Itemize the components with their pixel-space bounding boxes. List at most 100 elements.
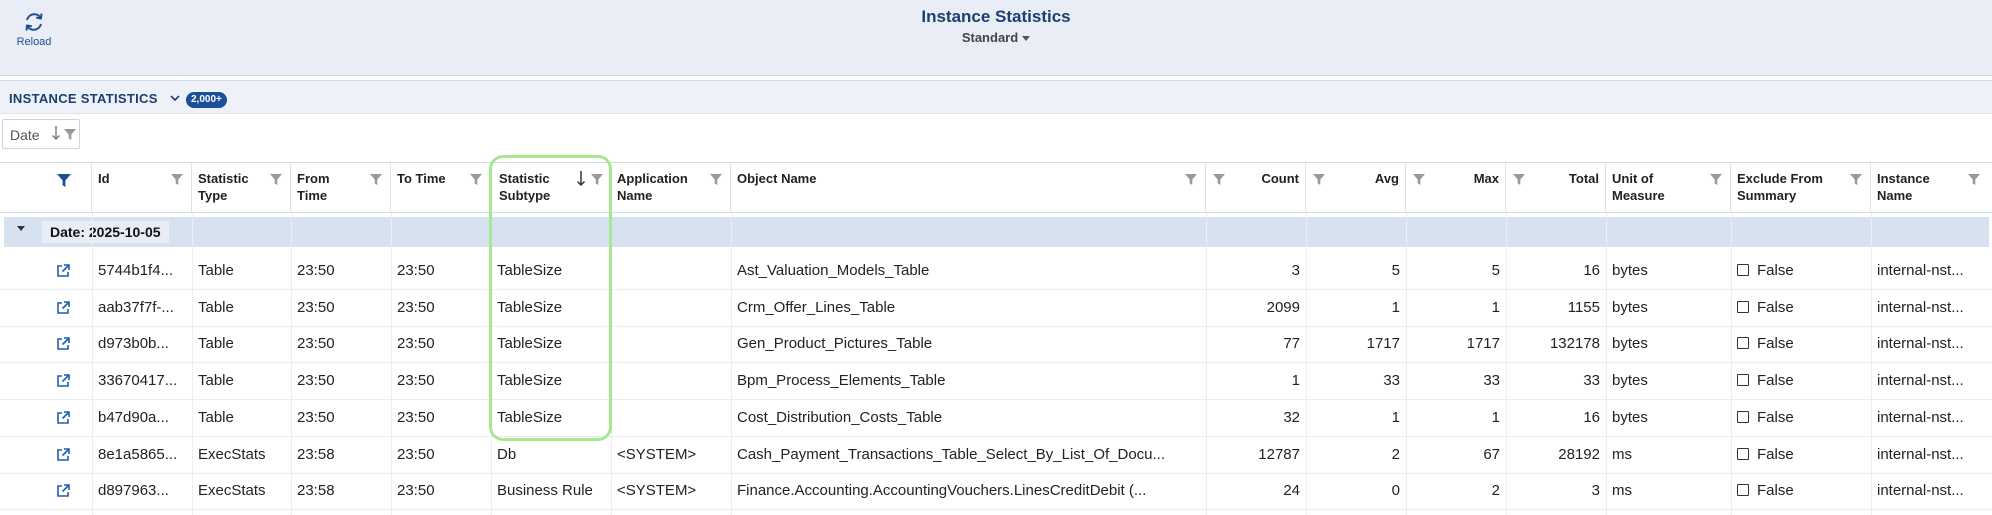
cell-avg: 1 — [1391, 298, 1400, 316]
cell-id: 5744b1f4... — [98, 262, 174, 279]
column-header-statistic-subtype[interactable]: Statistic Subtype — [491, 163, 611, 213]
filter-icon[interactable] — [170, 173, 184, 189]
column-header-exclude-from-summary-label-line-1: Exclude From — [1737, 171, 1823, 186]
table-row[interactable]: 33670417... Table 23:50 23:50 TableSize Bpm_P… — [0, 363, 1992, 401]
exclude-checkbox[interactable] — [1737, 447, 1749, 460]
column-header-instance-name-label-line-2: Name — [1877, 188, 1913, 203]
cell-avg: 5 — [1391, 262, 1400, 279]
column-header-statistic-type[interactable]: Statistic Type — [192, 163, 291, 213]
filter-icon[interactable] — [369, 173, 383, 189]
filter-icon[interactable] — [269, 173, 283, 189]
cell-object-name: Finance.Accounting.AccountingVouchers.Li… — [737, 482, 1147, 500]
cell-from-time: 23:50 — [297, 372, 335, 390]
open-record-icon[interactable] — [55, 373, 71, 393]
cell-exclude-from-summary[interactable]: False — [1731, 326, 1871, 362]
cell-object-name: Cost_Distribution_Costs_Table — [737, 408, 943, 426]
filter-icon[interactable] — [1312, 173, 1326, 189]
table-row[interactable]: d973b0b... Table 23:50 23:50 TableSize Gen_Pr… — [0, 326, 1992, 364]
column-header-avg-label: Avg — [1374, 171, 1399, 186]
cell-id: 33670417... — [98, 372, 178, 390]
table-row[interactable]: d897963... ExecStats 23:58 23:50 Business Ru… — [0, 473, 1992, 511]
column-header-exclude-from-summary[interactable]: Exclude From Summary — [1731, 163, 1871, 213]
active-filter-icon[interactable] — [56, 173, 72, 191]
column-header-total-label: Total — [1568, 171, 1599, 186]
exclude-checkbox[interactable] — [1737, 337, 1749, 350]
exclude-checkbox[interactable] — [1737, 410, 1749, 423]
column-header-max[interactable]: Max — [1406, 163, 1506, 213]
column-header-instance-name[interactable]: Instance Name — [1871, 163, 1992, 213]
exclude-checkbox[interactable] — [1737, 484, 1749, 497]
exclude-value: False — [1757, 298, 1794, 316]
filter-icon[interactable] — [63, 128, 77, 144]
cell-exclude-from-summary[interactable]: False — [1731, 400, 1871, 436]
open-record-icon[interactable] — [55, 447, 71, 467]
open-record-icon[interactable] — [55, 263, 71, 283]
filter-icon[interactable] — [1212, 173, 1226, 189]
column-header-avg[interactable]: Avg — [1306, 163, 1406, 213]
filter-icon[interactable] — [1412, 173, 1426, 189]
column-header-from-time-label-line-1: From — [297, 171, 330, 186]
filter-icon[interactable] — [469, 173, 483, 189]
cell-exclude-from-summary[interactable]: False — [1731, 473, 1871, 509]
cell-exclude-from-summary[interactable]: False — [1731, 290, 1871, 326]
sort-desc-icon[interactable] — [576, 170, 586, 191]
filter-icon[interactable] — [1184, 173, 1198, 189]
cell-statistic-type: Table — [198, 372, 234, 390]
table-row[interactable]: 5744b1f4... Table 23:50 23:50 TableSize Ast_V… — [0, 253, 1992, 290]
open-record-icon[interactable] — [55, 410, 71, 430]
cell-unit-of-measure: ms — [1612, 445, 1632, 463]
cell-max: 1717 — [1466, 335, 1500, 353]
cell-unit-of-measure: ms — [1612, 482, 1632, 500]
column-header-unit-of-measure-label: Unit of Measure — [1612, 170, 1665, 204]
column-header-id[interactable]: Id — [92, 163, 192, 213]
filter-icon[interactable] — [1512, 173, 1526, 189]
cell-count: 32 — [1283, 408, 1300, 426]
section-title[interactable]: INSTANCE STATISTICS — [9, 91, 158, 106]
group-row[interactable]: Date: 2025-10-05 — [4, 217, 1989, 247]
group-by-chip[interactable]: Date — [2, 119, 80, 149]
cell-exclude-from-summary[interactable]: False — [1731, 253, 1871, 289]
open-record-icon[interactable] — [55, 336, 71, 356]
table-row[interactable]: 8e1a5865... ExecStats 23:58 23:50 Db <SYSTEM>… — [0, 437, 1992, 474]
section-header: INSTANCE STATISTICS — [0, 80, 1992, 114]
cell-statistic-type: Table — [198, 408, 234, 426]
filter-icon[interactable] — [1709, 173, 1723, 189]
sort-desc-icon[interactable] — [51, 125, 61, 144]
column-header-id-label: Id — [98, 171, 110, 186]
cell-from-time: 23:50 — [297, 298, 335, 316]
cell-object-name: Ast_Valuation_Models_Table — [737, 262, 930, 279]
filter-icon[interactable] — [1849, 173, 1863, 189]
column-header-from-time[interactable]: From Time — [291, 163, 391, 213]
table-row[interactable]: b47d90a... Table 23:50 23:50 TableSize Cost_D… — [0, 400, 1992, 437]
filter-icon[interactable] — [709, 173, 723, 189]
filter-icon[interactable] — [1967, 173, 1981, 189]
cell-total: 16 — [1583, 408, 1600, 426]
cell-total: 1155 — [1567, 298, 1600, 316]
open-record-icon[interactable] — [55, 300, 71, 320]
cell-exclude-from-summary[interactable]: False — [1731, 363, 1871, 399]
cell-count: 2099 — [1266, 298, 1300, 316]
column-header-actions — [0, 163, 92, 213]
column-header-total[interactable]: Total — [1506, 163, 1606, 213]
view-selector[interactable]: Standard — [0, 30, 1992, 45]
column-header-unit-of-measure-label-line-1: Unit of — [1612, 171, 1654, 186]
filter-icon[interactable] — [590, 173, 604, 189]
exclude-checkbox[interactable] — [1737, 300, 1749, 313]
column-header-object-name-label: Object Name — [737, 171, 817, 186]
column-header-unit-of-measure[interactable]: Unit of Measure — [1606, 163, 1731, 213]
open-record-icon[interactable] — [55, 483, 71, 503]
cell-instance-name: internal-nst... — [1877, 298, 1964, 316]
table-row[interactable]: aab37f7f-... Table 23:50 23:50 TableSize Crm_… — [0, 290, 1992, 327]
exclude-checkbox[interactable] — [1737, 374, 1749, 387]
cell-count: 1 — [1291, 372, 1300, 390]
column-header-to-time[interactable]: To Time — [391, 163, 491, 213]
exclude-checkbox[interactable] — [1737, 264, 1749, 276]
cell-unit-of-measure: bytes — [1612, 408, 1648, 426]
cell-exclude-from-summary[interactable]: False — [1731, 437, 1871, 473]
collapse-toggle-icon[interactable] — [17, 226, 25, 231]
chevron-down-icon[interactable] — [170, 91, 180, 105]
column-header-count[interactable]: Count — [1206, 163, 1306, 213]
column-header-object-name[interactable]: Object Name — [731, 163, 1206, 213]
column-header-application-name[interactable]: Application Name — [611, 163, 731, 213]
column-header-application-name-label-line-2: Name — [617, 188, 653, 203]
